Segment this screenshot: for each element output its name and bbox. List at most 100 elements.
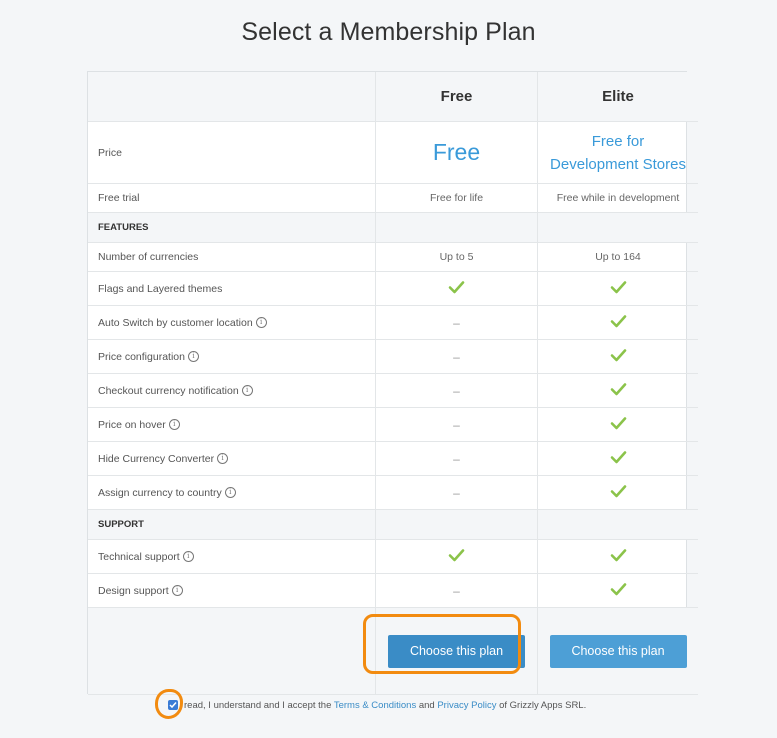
features-row: Checkout currency notification i – bbox=[88, 373, 698, 408]
accept-and: and bbox=[418, 700, 435, 711]
info-icon[interactable]: i bbox=[168, 419, 180, 431]
support-section-row: SUPPORT bbox=[88, 509, 698, 540]
privacy-link[interactable]: Privacy Policy bbox=[437, 700, 496, 711]
info-icon[interactable]: i bbox=[241, 385, 253, 397]
dash-mark: – bbox=[453, 451, 460, 466]
feature-label: Checkout currency notification bbox=[98, 384, 239, 397]
feature-label-cell: Hide Currency Converter i bbox=[88, 441, 376, 476]
table-header-row: Free Elite bbox=[88, 72, 698, 122]
info-icon[interactable]: i bbox=[255, 317, 267, 329]
trial-row: Free trial Free for life Free while in d… bbox=[88, 183, 698, 213]
free-cell: Up to 5 bbox=[375, 242, 538, 272]
features-section-label: FEATURES bbox=[88, 212, 376, 243]
feature-label-cell: Number of currencies bbox=[88, 242, 376, 272]
free-cell: – bbox=[375, 475, 538, 510]
plan-name-elite: Elite bbox=[537, 72, 698, 122]
check-icon bbox=[610, 450, 627, 464]
price-row: Price Free Free for Development Stores bbox=[88, 121, 698, 184]
elite-price-line1: Free for bbox=[591, 132, 645, 150]
elite-value: Up to 164 bbox=[595, 251, 641, 263]
support-rows: Technical support i Design support i – bbox=[88, 539, 698, 608]
elite-cell: Up to 164 bbox=[537, 242, 698, 272]
terms-link[interactable]: Terms & Conditions bbox=[334, 700, 416, 711]
feature-label: Price configuration bbox=[98, 350, 185, 363]
check-icon bbox=[610, 548, 627, 562]
price-label: Price bbox=[88, 121, 376, 184]
features-row: Price configuration i – bbox=[88, 339, 698, 374]
check-icon bbox=[448, 548, 465, 562]
free-value: Up to 5 bbox=[439, 251, 474, 263]
trial-label: Free trial bbox=[88, 183, 376, 213]
feature-label-cell: Auto Switch by customer location i bbox=[88, 305, 376, 340]
feature-label: Assign currency to country bbox=[98, 486, 222, 499]
feature-label: Flags and Layered themes bbox=[98, 282, 223, 295]
plan-comparison-table: Free Elite Price Free Free for Developme… bbox=[87, 71, 698, 695]
free-price-value: Free bbox=[432, 139, 481, 165]
free-cell: – bbox=[375, 573, 538, 608]
elite-cell bbox=[537, 305, 698, 340]
features-section-row: FEATURES bbox=[88, 212, 698, 243]
features-row: Number of currencies Up to 5 Up to 164 bbox=[88, 242, 698, 272]
elite-cell bbox=[537, 475, 698, 510]
info-icon[interactable]: i bbox=[182, 551, 194, 563]
feature-label: Number of currencies bbox=[98, 251, 199, 263]
check-icon bbox=[610, 348, 627, 362]
feature-label: Hide Currency Converter bbox=[98, 452, 215, 465]
feature-label-cell: Flags and Layered themes bbox=[88, 271, 376, 306]
elite-cell bbox=[537, 373, 698, 408]
features-row: Assign currency to country i – bbox=[88, 475, 698, 510]
free-cell: – bbox=[375, 441, 538, 476]
support-row: Technical support i bbox=[88, 539, 698, 574]
elite-cell bbox=[537, 339, 698, 374]
elite-cell bbox=[537, 573, 698, 608]
elite-cell bbox=[537, 539, 698, 574]
free-cell bbox=[375, 271, 538, 306]
info-icon[interactable]: i bbox=[217, 453, 229, 465]
feature-label-cell: Price configuration i bbox=[88, 339, 376, 374]
features-row: Auto Switch by customer location i – bbox=[88, 305, 698, 340]
free-cell: – bbox=[375, 339, 538, 374]
free-cell: – bbox=[375, 305, 538, 340]
feature-label-cell: Technical support i bbox=[88, 539, 376, 574]
elite-cell bbox=[537, 441, 698, 476]
accept-terms-line: read, I understand and I accept the Term… bbox=[168, 700, 768, 711]
check-icon bbox=[610, 280, 627, 294]
feature-label-cell: Design support i bbox=[88, 573, 376, 608]
accept-text-before: read, I understand and I accept the bbox=[184, 700, 332, 711]
plan-table: Free Elite Price Free Free for Developme… bbox=[88, 72, 698, 695]
page-title: Select a Membership Plan bbox=[241, 18, 536, 46]
check-icon bbox=[610, 484, 627, 498]
elite-cell bbox=[537, 407, 698, 442]
buttons-row: Choose this plan Choose this plan bbox=[88, 607, 698, 695]
free-cell: – bbox=[375, 407, 538, 442]
elite-trial: Free while in development bbox=[537, 183, 698, 213]
dash-mark: – bbox=[453, 485, 460, 500]
accept-checkbox[interactable] bbox=[168, 700, 178, 711]
check-icon bbox=[448, 280, 465, 294]
info-icon[interactable]: i bbox=[187, 351, 199, 363]
features-row: Price on hover i – bbox=[88, 407, 698, 442]
feature-label-cell: Price on hover i bbox=[88, 407, 376, 442]
feature-label-cell: Checkout currency notification i bbox=[88, 373, 376, 408]
check-icon bbox=[610, 582, 627, 596]
feature-label: Design support bbox=[98, 584, 169, 597]
features-rows: Number of currencies Up to 5 Up to 164 Flag… bbox=[88, 242, 698, 510]
features-row: Hide Currency Converter i – bbox=[88, 441, 698, 476]
accept-text-after: of Grizzly Apps SRL. bbox=[499, 700, 587, 711]
header-empty-cell bbox=[88, 72, 376, 122]
info-icon[interactable]: i bbox=[171, 585, 183, 597]
free-price: Free bbox=[375, 121, 538, 184]
choose-elite-plan-button[interactable]: Choose this plan bbox=[549, 634, 687, 668]
dash-mark: – bbox=[453, 583, 460, 598]
free-cell bbox=[375, 539, 538, 574]
dash-mark: – bbox=[453, 417, 460, 432]
check-icon bbox=[610, 314, 627, 328]
features-row: Flags and Layered themes bbox=[88, 271, 698, 306]
check-icon bbox=[610, 382, 627, 396]
support-section-label: SUPPORT bbox=[88, 509, 376, 540]
choose-free-plan-button[interactable]: Choose this plan bbox=[388, 634, 525, 668]
dash-mark: – bbox=[453, 383, 460, 398]
info-icon[interactable]: i bbox=[224, 487, 236, 499]
feature-label-cell: Assign currency to country i bbox=[88, 475, 376, 510]
plan-name-free: Free bbox=[375, 72, 538, 122]
